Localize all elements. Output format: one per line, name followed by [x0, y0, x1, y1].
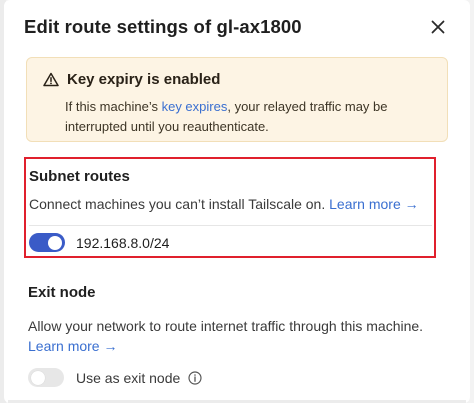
route-toggle[interactable]: [29, 233, 65, 252]
exit-node-label: Use as exit node: [76, 369, 181, 386]
exit-node-section: Exit node Allow your network to route in…: [28, 284, 458, 387]
key-expiry-alert: Key expiry is enabled If this machine’s …: [26, 57, 448, 142]
key-expires-link[interactable]: key expires: [162, 99, 228, 114]
info-button[interactable]: [188, 370, 202, 385]
dialog-header: Edit route settings of gl-ax1800: [24, 13, 450, 41]
divider: [29, 225, 432, 226]
dialog-title: Edit route settings of gl-ax1800: [24, 16, 302, 37]
close-icon: [431, 20, 445, 34]
subnet-learn-more-link[interactable]: Learn more →: [329, 196, 418, 212]
subnet-description-text: Connect machines you can’t install Tails…: [29, 196, 326, 212]
route-row: 192.168.8.0/24: [29, 233, 169, 252]
subnet-routes-title: Subnet routes: [29, 168, 130, 185]
exit-node-row: Use as exit node: [28, 368, 458, 387]
subnet-routes-section: Subnet routes Connect machines you can’t…: [24, 157, 436, 258]
warning-triangle-icon: [43, 72, 59, 86]
toggle-knob: [31, 370, 45, 385]
edit-route-settings-dialog: Edit route settings of gl-ax1800 Key exp…: [4, 0, 470, 403]
exit-learn-more-link[interactable]: Learn more →: [28, 338, 117, 354]
exit-node-toggle[interactable]: [28, 368, 64, 387]
toggle-knob: [48, 235, 62, 250]
info-icon: [188, 370, 202, 385]
alert-header: Key expiry is enabled: [43, 69, 431, 89]
alert-body: If this machine’s key expires, your rela…: [43, 97, 431, 137]
exit-node-description: Allow your network to route internet tra…: [28, 316, 458, 356]
route-label: 192.168.8.0/24: [76, 234, 170, 251]
exit-description-text: Allow your network to route internet tra…: [28, 318, 424, 334]
close-button[interactable]: [427, 16, 449, 38]
alert-body-prefix: If this machine’s: [65, 99, 162, 114]
alert-title: Key expiry is enabled: [67, 70, 221, 88]
exit-node-title: Exit node: [28, 284, 96, 301]
subnet-routes-description: Connect machines you can’t install Tails…: [29, 196, 419, 212]
